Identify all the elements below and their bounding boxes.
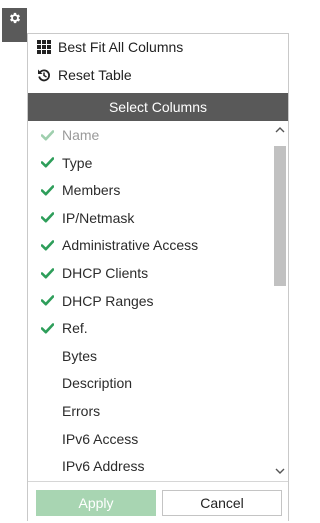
checkmark-icon [28,260,62,286]
column-option-item[interactable]: Members [28,177,272,203]
column-option-label: DHCP Ranges [62,292,154,309]
scrollbar-thumb[interactable] [274,146,286,286]
column-option-item[interactable]: DHCP Clients [28,260,272,286]
gear-button-connector [2,32,27,42]
column-list: Name Type Members IP/Netmask Administrative … [28,121,288,481]
column-option-item[interactable]: Bytes [28,343,272,369]
reset-table-item[interactable]: Reset Table [36,65,132,85]
reset-icon [36,67,52,83]
checkmark-placeholder [28,370,62,396]
select-columns-title: Select Columns [108,99,208,115]
column-option-item[interactable]: Type [28,150,272,176]
column-option-label: DHCP Clients [62,265,149,281]
checkmark-icon [28,177,62,203]
checkmark-placeholder [28,453,62,479]
column-option-label: Name [62,127,100,143]
reset-table-label: Reset Table [58,67,132,83]
scroll-up-arrow[interactable] [273,123,287,135]
column-option-item[interactable]: IPv6 Access [28,426,272,452]
column-option-label: Type [62,154,93,171]
column-option-label: IPv6 Address [62,458,145,475]
column-option-item[interactable]: IPv6 Address [28,453,272,479]
column-option-item[interactable]: Ref. [28,315,272,341]
checkmark-icon [28,205,62,231]
settings-gear-button[interactable] [2,8,27,42]
checkmark-placeholder [28,426,62,452]
column-settings-panel: Best Fit All Columns Reset Table Select … [27,33,289,521]
checkmark-icon [28,288,62,314]
column-option-item[interactable]: IP/Netmask [28,205,272,231]
column-option-item[interactable]: Administrative Access [28,232,272,258]
cancel-button[interactable]: Cancel [162,490,282,516]
column-option-label: IPv6 Access [62,430,139,447]
column-option-label: Errors [62,403,101,419]
column-option-item[interactable]: DHCP Ranges [28,288,272,314]
grid-icon [36,39,52,55]
column-option-label: IP/Netmask [62,209,135,226]
checkmark-icon [28,122,62,148]
apply-button[interactable]: Apply [36,490,156,516]
column-option-label: Bytes [62,347,98,364]
panel-footer: Apply Cancel [28,481,288,521]
column-option-label: Ref. [62,320,88,337]
gear-icon [8,11,22,30]
column-option-item[interactable]: Description [28,370,272,396]
column-option-item: Name [28,122,272,148]
column-option-label: Description [62,375,133,392]
checkmark-icon [28,315,62,341]
cancel-button-label: Cancel [200,495,244,511]
checkmark-placeholder [28,398,62,424]
select-columns-header: Select Columns [28,93,288,121]
best-fit-all-columns-item[interactable]: Best Fit All Columns [36,37,183,57]
scroll-down-arrow[interactable] [273,465,287,477]
best-fit-label: Best Fit All Columns [58,39,184,55]
column-option-label: Members [62,182,121,199]
apply-button-label: Apply [78,495,114,511]
checkmark-icon [28,232,62,258]
column-option-label: Administrative Access [62,237,199,254]
checkmark-icon [28,150,62,176]
column-option-item[interactable]: Errors [28,398,272,424]
checkmark-placeholder [28,343,62,369]
